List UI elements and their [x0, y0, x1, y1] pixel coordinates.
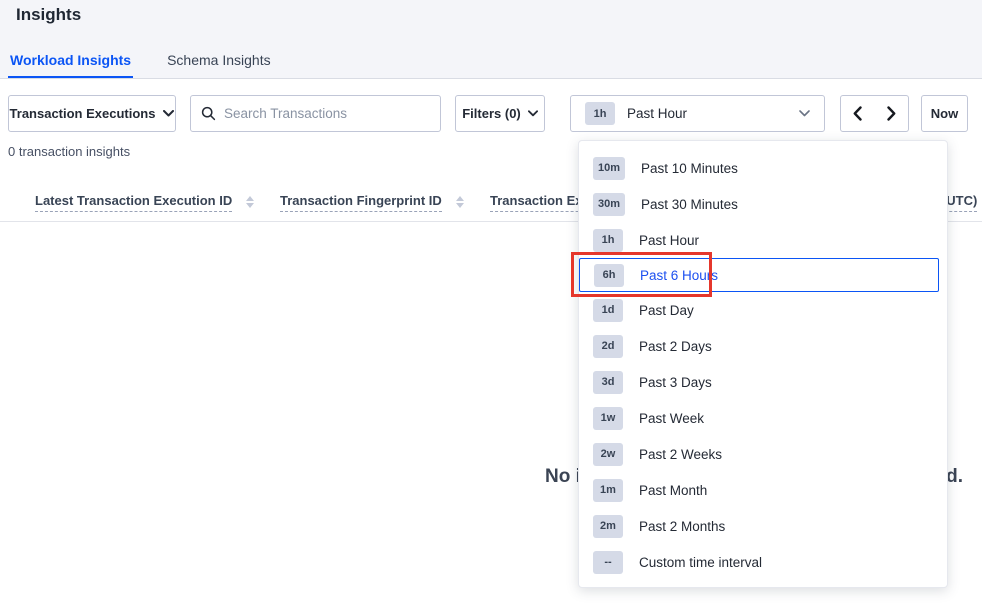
- chevron-right-icon: [887, 106, 896, 121]
- next-interval-button[interactable]: [874, 95, 909, 132]
- time-option-badge: 2w: [593, 443, 623, 466]
- time-option-past-week[interactable]: 1w Past Week: [579, 400, 947, 436]
- time-option-label: Past 6 Hours: [640, 268, 718, 283]
- time-option-past-30-minutes[interactable]: 30m Past 30 Minutes: [579, 186, 947, 222]
- column-label: Transaction Fingerprint ID: [280, 193, 442, 212]
- time-option-label: Past Week: [639, 411, 704, 426]
- transaction-type-label: Transaction Executions: [10, 106, 156, 121]
- time-option-past-day[interactable]: 1d Past Day: [579, 292, 947, 328]
- time-option-label: Past 2 Months: [639, 519, 725, 534]
- time-option-label: Past Month: [639, 483, 707, 498]
- sort-icon: [456, 196, 464, 208]
- time-option-label: Past 3 Days: [639, 375, 712, 390]
- search-input[interactable]: [224, 106, 430, 121]
- time-option-label: Custom time interval: [639, 555, 762, 570]
- filters-label: Filters (0): [462, 106, 521, 121]
- time-option-label: Past 10 Minutes: [641, 161, 738, 176]
- column-header-latest-transaction-execution-id[interactable]: Latest Transaction Execution ID: [35, 193, 254, 212]
- time-option-badge: 1w: [593, 407, 623, 430]
- time-interval-label: Past Hour: [627, 106, 687, 121]
- time-interval-badge: 1h: [585, 102, 615, 125]
- search-icon: [201, 106, 216, 121]
- time-option-past-2-days[interactable]: 2d Past 2 Days: [579, 328, 947, 364]
- time-option-past-2-weeks[interactable]: 2w Past 2 Weeks: [579, 436, 947, 472]
- time-option-badge: 1m: [593, 479, 623, 502]
- time-option-badge: 10m: [593, 157, 625, 180]
- time-option-badge: 2m: [593, 515, 623, 538]
- time-option-badge: 3d: [593, 371, 623, 394]
- chevron-down-icon: [528, 110, 538, 117]
- time-option-past-6-hours[interactable]: 6h Past 6 Hours: [579, 258, 939, 292]
- tab-schema-insights[interactable]: Schema Insights: [165, 44, 273, 78]
- time-option-label: Past 2 Days: [639, 339, 712, 354]
- time-option-past-hour[interactable]: 1h Past Hour: [579, 222, 947, 258]
- tab-bar: Workload Insights Schema Insights: [8, 44, 273, 78]
- now-button[interactable]: Now: [921, 95, 968, 132]
- time-option-label: Past Day: [639, 303, 694, 318]
- time-option-past-10-minutes[interactable]: 10m Past 10 Minutes: [579, 150, 947, 186]
- time-option-custom-time-interval[interactable]: -- Custom time interval: [579, 544, 947, 580]
- column-label: Latest Transaction Execution ID: [35, 193, 232, 212]
- chevron-down-icon: [799, 110, 810, 117]
- chevron-left-icon: [853, 106, 862, 121]
- now-label: Now: [931, 106, 958, 121]
- time-option-badge: 1d: [593, 299, 623, 322]
- tab-workload-insights[interactable]: Workload Insights: [8, 44, 133, 78]
- page-title: Insights: [16, 5, 81, 25]
- page-header: Insights Workload Insights Schema Insigh…: [0, 0, 982, 79]
- time-option-badge: --: [593, 551, 623, 574]
- time-option-badge: 6h: [594, 264, 624, 287]
- time-option-label: Past Hour: [639, 233, 699, 248]
- transaction-type-select[interactable]: Transaction Executions: [8, 95, 176, 132]
- time-option-past-3-days[interactable]: 3d Past 3 Days: [579, 364, 947, 400]
- time-interval-dropdown-trigger[interactable]: 1h Past Hour: [570, 95, 825, 132]
- time-option-label: Past 30 Minutes: [641, 197, 738, 212]
- sort-icon: [246, 196, 254, 208]
- time-option-label: Past 2 Weeks: [639, 447, 722, 462]
- insights-page: Insights Workload Insights Schema Insigh…: [0, 0, 982, 605]
- filters-button[interactable]: Filters (0): [455, 95, 545, 132]
- insights-count-summary: 0 transaction insights: [8, 144, 130, 159]
- search-transactions-box: [190, 95, 441, 132]
- time-option-past-month[interactable]: 1m Past Month: [579, 472, 947, 508]
- column-header-transaction-fingerprint-id[interactable]: Transaction Fingerprint ID: [280, 193, 464, 212]
- previous-interval-button[interactable]: [840, 95, 875, 132]
- time-option-badge: 2d: [593, 335, 623, 358]
- time-interval-dropdown-menu: 10m Past 10 Minutes 30m Past 30 Minutes …: [578, 140, 948, 588]
- time-option-past-2-months[interactable]: 2m Past 2 Months: [579, 508, 947, 544]
- chevron-down-icon: [163, 110, 174, 117]
- time-option-badge: 1h: [593, 229, 623, 252]
- time-option-badge: 30m: [593, 193, 625, 216]
